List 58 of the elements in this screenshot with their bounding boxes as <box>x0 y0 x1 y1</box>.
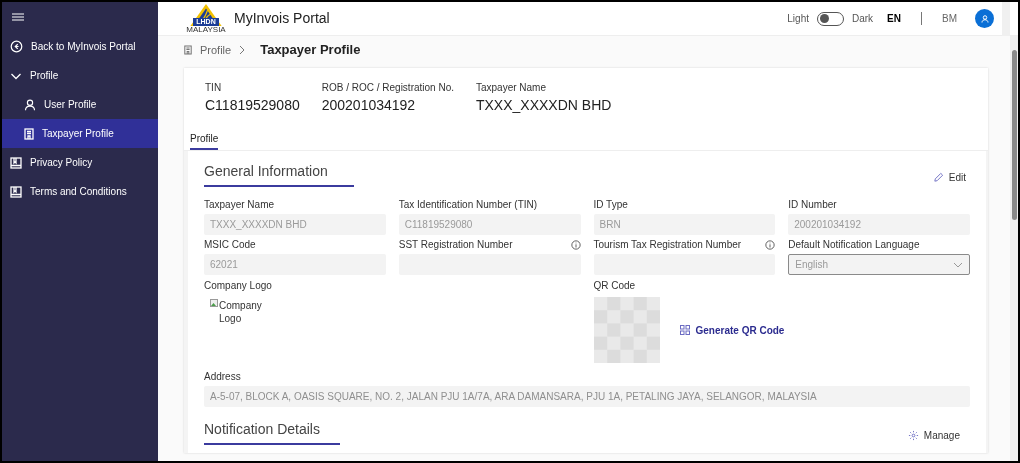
chevron-icon <box>239 45 247 55</box>
theme-switch[interactable] <box>816 11 844 26</box>
manage-button[interactable]: Manage <box>907 428 960 443</box>
book-icon <box>10 185 22 198</box>
image-alt-text: Company Logo <box>219 299 263 325</box>
sidebar-item[interactable]: Privacy Policy <box>2 148 158 177</box>
field-label: Company Logo <box>204 279 273 293</box>
scrollbar[interactable] <box>1010 36 1018 461</box>
summary-value: TXXX_XXXXDN BHD <box>476 96 612 115</box>
summary-label: Taxpayer Name <box>476 81 547 95</box>
sidebar-item[interactable]: Taxpayer Profile <box>2 119 158 148</box>
qr-placeholder-icon <box>593 297 660 363</box>
back-icon <box>10 40 23 53</box>
language-option[interactable]: BM <box>936 11 963 26</box>
field-label: Tourism Tax Registration Number <box>593 238 742 252</box>
field-label: ID Type <box>593 198 628 212</box>
qr-icon <box>679 325 690 335</box>
summary-label: ROB / ROC / Registration No. <box>321 81 454 95</box>
broken-image-icon <box>210 299 218 307</box>
summary-value: C11819529080 <box>205 96 300 115</box>
pencil-icon <box>932 172 944 183</box>
page-title: Taxpayer Profile <box>260 41 361 60</box>
theme-label: Light <box>787 12 809 26</box>
chevron-icon <box>953 261 963 268</box>
summary-label: TIN <box>205 81 223 95</box>
theme-label: Dark <box>851 12 874 26</box>
scrollbar[interactable] <box>1002 2 1010 36</box>
summary-value: 200201034192 <box>321 96 417 115</box>
field-label: Default Notification Language <box>788 238 920 252</box>
language-option[interactable]: EN <box>881 11 907 26</box>
field-label: Taxpayer Name <box>204 198 275 212</box>
logo-subtext: MALAYSIA <box>186 26 226 34</box>
building-icon <box>184 45 192 55</box>
sidebar-item[interactable]: Back to MyInvois Portal <box>2 32 158 61</box>
building-icon <box>24 127 34 140</box>
field-label: Tax Identification Number (TIN) <box>398 198 538 212</box>
book-icon <box>10 156 22 169</box>
user-icon <box>980 14 989 23</box>
avatar-button[interactable] <box>975 9 994 28</box>
field-label: SST Registration Number <box>398 238 513 252</box>
sidebar-item[interactable]: Profile <box>2 61 158 90</box>
edit-button[interactable]: Edit <box>932 170 966 185</box>
field-label: ID Number <box>788 198 837 212</box>
sidebar-item[interactable]: Terms and Conditions <box>2 177 158 206</box>
user-icon <box>24 98 36 111</box>
breadcrumb-link[interactable]: Profile <box>200 41 232 59</box>
section-title: General Information <box>204 161 354 187</box>
field-label: QR Code <box>593 279 637 293</box>
info-icon <box>765 239 776 250</box>
sidebar-item[interactable]: User Profile <box>2 90 158 119</box>
field-label: MSIC Code <box>204 238 256 252</box>
gear-icon <box>907 430 919 441</box>
portal-title: MyInvois Portal <box>234 9 330 28</box>
section-title: Notification Details <box>204 419 340 445</box>
field-label: Address <box>204 370 242 384</box>
menu-icon[interactable] <box>12 13 24 21</box>
generate-qr-link[interactable]: Generate QR Code <box>679 322 785 338</box>
info-icon <box>570 239 581 250</box>
